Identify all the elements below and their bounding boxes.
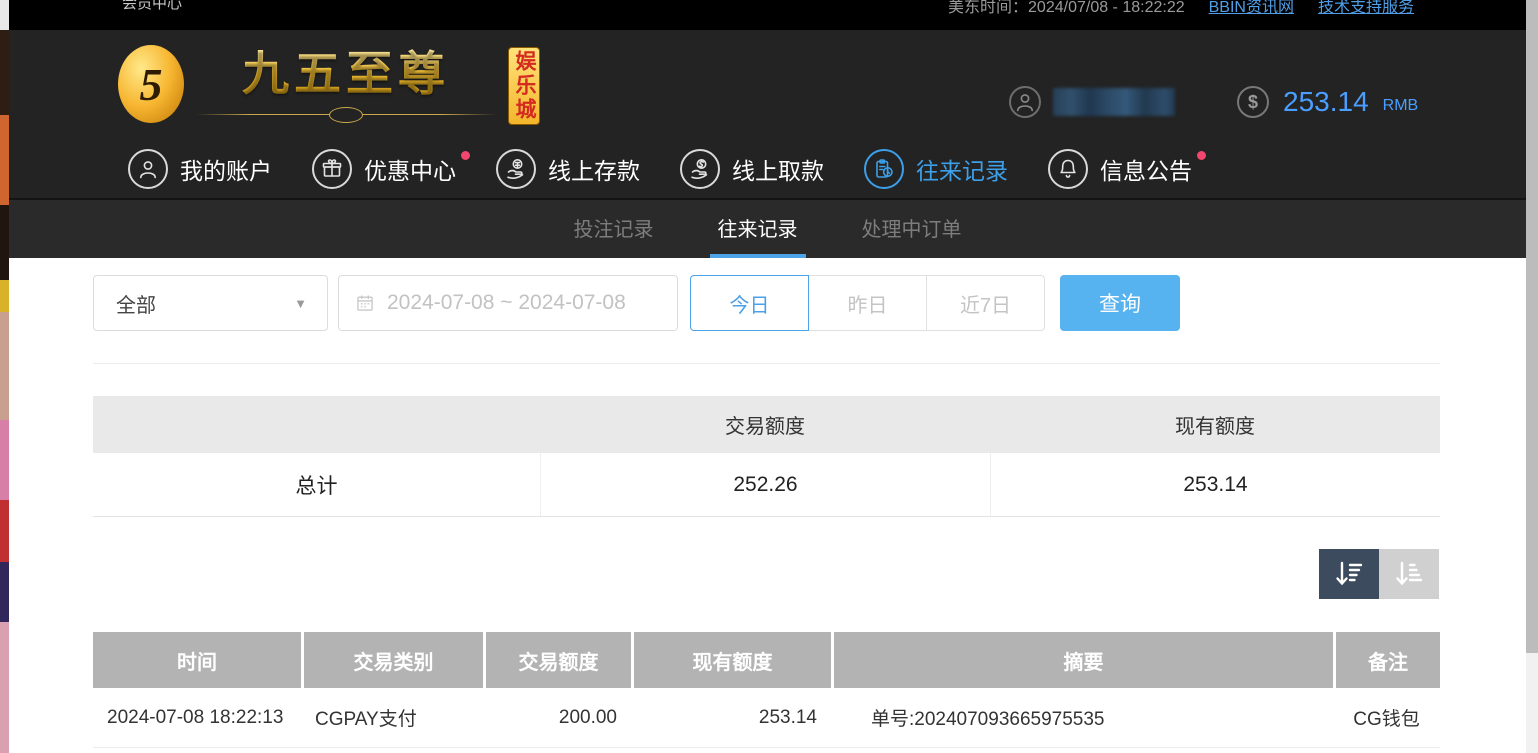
- sort-descending-button[interactable]: [1319, 549, 1379, 599]
- table-row: 2024-07-08 18:22:13 CGPAY支付 200.00 253.1…: [93, 688, 1440, 748]
- nav-item-announcements[interactable]: 信息公告: [1048, 149, 1192, 189]
- bbin-news-link[interactable]: BBIN资讯网: [1209, 0, 1294, 17]
- summary-total-label: 总计: [93, 453, 540, 516]
- date-range-value: 2024-07-08 ~ 2024-07-08: [387, 291, 626, 315]
- nav-label: 往来记录: [916, 152, 1008, 186]
- server-time-label: 美东时间：2024/07/08 - 18:22:22: [948, 0, 1185, 17]
- logo-badge: 娱乐城: [508, 47, 540, 125]
- col-note: 备注: [1333, 632, 1440, 688]
- account-balance[interactable]: $ 253.14 RMB: [1237, 86, 1418, 118]
- topbar-right-group: 美东时间：2024/07/08 - 18:22:22 BBIN资讯网 技术支持服…: [948, 0, 1414, 17]
- user-avatar-icon: [1009, 86, 1041, 118]
- balance-currency: RMB: [1383, 97, 1419, 115]
- scrollbar-thumb[interactable]: [1526, 0, 1538, 653]
- nav-item-my-account[interactable]: 我的账户: [128, 149, 272, 189]
- user-icon: [128, 149, 168, 189]
- calendar-icon: [355, 293, 375, 313]
- date-range-input[interactable]: 2024-07-08 ~ 2024-07-08: [338, 275, 678, 331]
- section-divider: [93, 363, 1440, 364]
- cell-amount: 200.00: [483, 688, 631, 747]
- tab-pending-orders[interactable]: 处理中订单: [854, 200, 970, 258]
- record-subtabs: 投注记录 往来记录 处理中订单: [9, 200, 1526, 258]
- nav-item-withdraw[interactable]: 线上取款: [680, 149, 824, 189]
- scrollbar-track[interactable]: [1526, 0, 1538, 753]
- summary-total-row: 总计 252.26 253.14: [93, 453, 1440, 517]
- chevron-down-icon: ▼: [294, 296, 307, 311]
- col-amount: 交易额度: [483, 632, 631, 688]
- sort-controls: [1319, 549, 1439, 599]
- top-utility-bar: 会员中心 美东时间：2024/07/08 - 18:22:22 BBIN资讯网 …: [9, 0, 1526, 30]
- search-button[interactable]: 查询: [1060, 275, 1180, 331]
- summary-balance-total: 253.14: [990, 453, 1440, 516]
- col-summary: 摘要: [831, 632, 1333, 688]
- cell-balance: 253.14: [631, 688, 831, 747]
- main-window: 会员中心 美东时间：2024/07/08 - 18:22:22 BBIN资讯网 …: [9, 0, 1526, 753]
- col-type: 交易类别: [301, 632, 483, 688]
- type-select[interactable]: 全部 ▼: [93, 275, 328, 331]
- nav-label: 信息公告: [1100, 152, 1192, 186]
- gift-icon: [312, 149, 352, 189]
- logo-title: 九五至尊: [242, 45, 450, 103]
- nav-item-promotions[interactable]: 优惠中心: [312, 149, 456, 189]
- type-select-value: 全部: [116, 289, 156, 318]
- tab-transaction-records[interactable]: 往来记录: [710, 200, 806, 258]
- summary-table: 交易额度 现有额度 总计 252.26 253.14: [93, 396, 1440, 517]
- records-table: 时间 交易类别 交易额度 现有额度 摘要 备注 2024-07-08 18:22…: [93, 632, 1440, 748]
- summary-col-transaction: 交易额度: [540, 396, 990, 453]
- nav-label: 线上取款: [732, 152, 824, 186]
- logo-emblem-icon: 5: [118, 45, 184, 123]
- site-logo[interactable]: 5 九五至尊 娱乐城: [118, 45, 540, 125]
- site-header: 5 九五至尊 娱乐城 $ 253.14 RMB: [9, 30, 1526, 140]
- quick-last7days-button[interactable]: 近7日: [926, 275, 1045, 331]
- flourish-swirl-icon: [329, 107, 363, 123]
- background-window-sliver: [0, 0, 9, 753]
- deposit-icon: [496, 149, 536, 189]
- summary-col-empty: [93, 396, 540, 453]
- summary-header-row: 交易额度 现有额度: [93, 396, 1440, 453]
- nav-item-transaction-records[interactable]: 往来记录: [864, 149, 1008, 189]
- logo-title-block: 九五至尊: [196, 45, 496, 123]
- filter-bar: 全部 ▼ 2024-07-08 ~ 2024-07-08 今日 昨日 近7日 查…: [93, 275, 1180, 331]
- user-info[interactable]: [1009, 86, 1175, 118]
- nav-label: 线上存款: [548, 152, 640, 186]
- summary-col-balance: 现有额度: [990, 396, 1440, 453]
- balance-amount: 253.14: [1283, 86, 1369, 118]
- dollar-circle-icon: $: [1237, 86, 1269, 118]
- nav-item-deposit[interactable]: 线上存款: [496, 149, 640, 189]
- sort-descending-icon: [1332, 557, 1366, 591]
- cell-type: CGPAY支付: [301, 688, 483, 747]
- cell-summary: 单号:202407093665975535: [831, 688, 1333, 747]
- quick-yesterday-button[interactable]: 昨日: [808, 275, 927, 331]
- quick-today-button[interactable]: 今日: [690, 275, 809, 331]
- transaction-records-page: 会员中心 美东时间：2024/07/08 - 18:22:22 BBIN资讯网 …: [0, 0, 1538, 753]
- main-nav: 我的账户 优惠中心 线上存款 线上取款: [9, 140, 1526, 200]
- records-header-row: 时间 交易类别 交易额度 现有额度 摘要 备注: [93, 632, 1440, 688]
- tech-support-link[interactable]: 技术支持服务: [1318, 0, 1414, 17]
- withdraw-icon: [680, 149, 720, 189]
- member-center-link[interactable]: 会员中心: [122, 0, 182, 13]
- col-balance: 现有额度: [631, 632, 831, 688]
- content-area: 全部 ▼ 2024-07-08 ~ 2024-07-08 今日 昨日 近7日 查…: [9, 258, 1526, 751]
- sort-ascending-button[interactable]: [1379, 549, 1439, 599]
- summary-transaction-total: 252.26: [540, 453, 990, 516]
- cell-note: CG钱包: [1333, 688, 1440, 747]
- col-time: 时间: [93, 632, 301, 688]
- records-icon: [864, 149, 904, 189]
- notification-dot: [461, 151, 470, 160]
- bell-icon: [1048, 149, 1088, 189]
- nav-label: 优惠中心: [364, 152, 456, 186]
- notification-dot: [1197, 151, 1206, 160]
- nav-label: 我的账户: [180, 152, 272, 186]
- tab-betting-records[interactable]: 投注记录: [566, 200, 662, 258]
- quick-date-group: 今日 昨日 近7日: [690, 275, 1045, 331]
- logo-flourish-ornament: [196, 107, 496, 123]
- username-redacted: [1053, 88, 1175, 116]
- sort-ascending-icon: [1392, 557, 1426, 591]
- cell-time: 2024-07-08 18:22:13: [93, 688, 301, 747]
